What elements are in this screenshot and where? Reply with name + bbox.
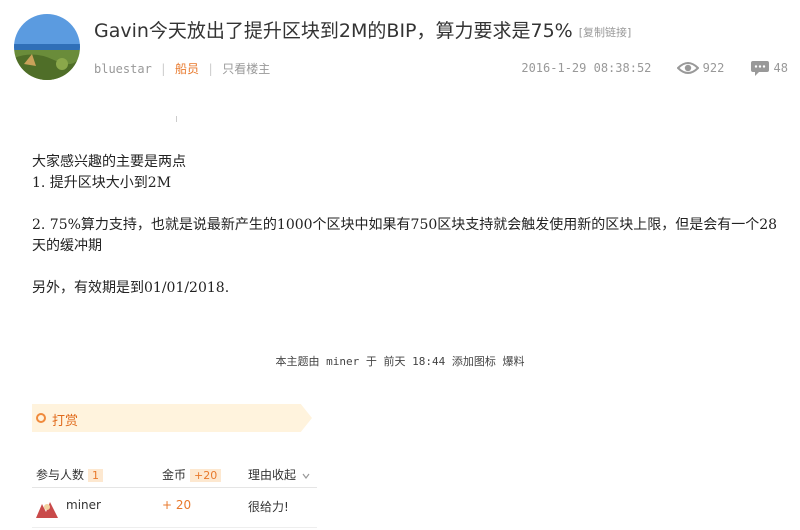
- coins-label: 金币: [162, 468, 187, 482]
- eye-icon: [676, 62, 699, 74]
- author-avatar[interactable]: [14, 14, 80, 80]
- post-content: 大家感兴趣的主要是两点 1. 提升区块大小到2M 2. 75%算力支持，也就是说…: [32, 152, 782, 299]
- chevron-down-icon: [302, 473, 310, 479]
- divider: |: [159, 62, 168, 76]
- rater-coins: + 20: [162, 498, 192, 512]
- participants-count: 1: [88, 469, 104, 482]
- copy-link-button[interactable]: [复制链接]: [579, 26, 632, 39]
- content-line: 1. 提升区块大小到2M: [32, 175, 172, 191]
- reward-section-header: 打赏: [32, 404, 312, 432]
- rater-avatar[interactable]: [34, 498, 60, 520]
- avatar-image: [14, 14, 80, 80]
- divider: |: [207, 62, 215, 76]
- post-meta: bluestar | 船员 | 只看楼主 2016-1-29 08:38:52 922 …: [94, 60, 794, 78]
- thread-title-text: Gavin今天放出了提升区块到2M的BIP，算力要求是75%: [94, 20, 573, 42]
- content-line: 大家感兴趣的主要是两点: [32, 154, 186, 170]
- reward-label: 打赏: [52, 414, 79, 429]
- moderation-note: 本主题由 miner 于 前天 18:44 添加图标 爆料: [275, 355, 525, 368]
- reward-row: miner + 20 很给力!: [32, 488, 317, 528]
- comment-icon: [750, 61, 769, 76]
- content-line: 另外，有效期是到01/01/2018.: [32, 280, 230, 296]
- only-op-link[interactable]: 只看楼主: [222, 62, 270, 76]
- ring-icon: [36, 413, 46, 423]
- rater-reason: 很给力!: [248, 500, 289, 514]
- thread-title: Gavin今天放出了提升区块到2M的BIP，算力要求是75% [复制链接]: [94, 16, 631, 43]
- reward-table-header: 参与人数 1 金币 +20 理由收起: [32, 460, 317, 488]
- coins-total: +20: [190, 469, 222, 482]
- participants-label: 参与人数: [36, 468, 85, 482]
- post-timestamp: 2016-1-29 08:38:52: [521, 61, 652, 75]
- content-line: 2. 75%算力支持，也就是说最新产生的1000个区块中如果有750区块支持就会…: [32, 217, 778, 254]
- author-name[interactable]: bluestar: [94, 62, 152, 76]
- views-count: 922: [702, 61, 725, 75]
- collapse-reasons-toggle[interactable]: 理由收起: [248, 466, 310, 483]
- reason-label: 理由收起: [248, 468, 297, 482]
- reward-table: 参与人数 1 金币 +20 理由收起 miner + 20 很给力!: [32, 460, 317, 528]
- user-group-link[interactable]: 船员: [175, 62, 199, 76]
- rater-name[interactable]: miner: [66, 498, 101, 512]
- replies-count: 48: [773, 61, 788, 75]
- divider: [176, 116, 177, 122]
